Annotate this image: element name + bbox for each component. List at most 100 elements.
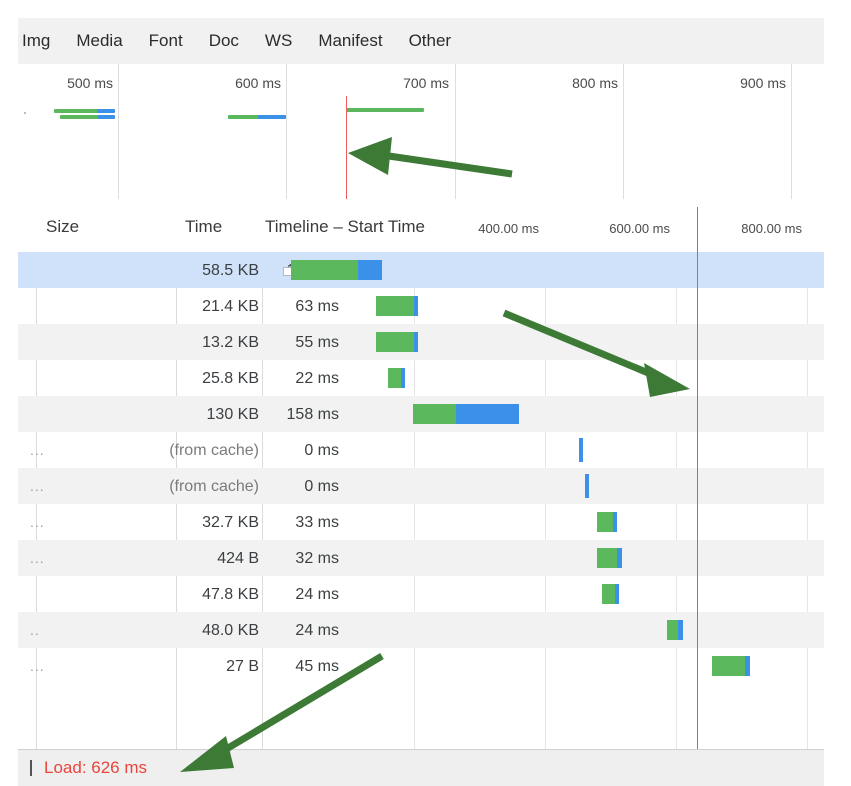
waterfall-bar-waiting [413, 404, 456, 424]
summary-icon [30, 760, 32, 776]
waterfall-bar[interactable] [667, 620, 683, 640]
overview-gridline [791, 64, 792, 199]
waterfall-bar-waiting [667, 620, 678, 640]
load-time-label: Load: 626 ms [44, 758, 148, 777]
waterfall-bar-waiting [376, 332, 414, 352]
filter-tab-media[interactable]: Media [76, 31, 122, 51]
cell-size: 48.0 KB [202, 622, 259, 639]
waterfall-bar-download [414, 332, 418, 352]
waterfall-bar[interactable] [597, 512, 617, 532]
overview-request-bar [346, 108, 424, 112]
waterfall-bar-download [745, 656, 750, 676]
cell-size: 25.8 KB [202, 370, 259, 387]
cell-size: (from cache) [169, 442, 259, 459]
cell-size: 27 B [226, 658, 259, 675]
cell-time: 24 ms [295, 622, 339, 639]
waterfall-bar-waiting [602, 584, 615, 604]
waterfall-bar-download [358, 260, 382, 280]
table-row[interactable]: ... (from cache) 0 ms [18, 432, 824, 468]
status-bar: Load: 626 ms [18, 749, 824, 786]
waterfall-bar-download [617, 548, 622, 568]
overview-gridline [455, 64, 456, 199]
table-row[interactable]: .. 48.0 KB 24 ms [18, 612, 824, 648]
row-overflow-indicator: ... [30, 514, 45, 530]
overview-request-bar [98, 115, 115, 119]
waterfall-bar[interactable] [376, 332, 418, 352]
filter-tab-other[interactable]: Other [409, 31, 452, 51]
waterfall-bar[interactable] [579, 438, 583, 462]
overview-tick-label: 800 ms [572, 75, 618, 91]
overview-tick-label: 900 ms [740, 75, 786, 91]
overview-gridline [623, 64, 624, 199]
cell-size: 13.2 KB [202, 334, 259, 351]
table-row[interactable]: 21.4 KB 63 ms [18, 288, 824, 324]
filter-tab-img[interactable]: Img [22, 31, 50, 51]
waterfall-bar[interactable] [388, 368, 405, 388]
waterfall-bar[interactable] [597, 548, 622, 568]
waterfall-bar[interactable] [712, 656, 750, 676]
table-row[interactable]: 130 KB 158 ms [18, 396, 824, 432]
cell-time: 0 ms [304, 478, 339, 495]
filter-tab-manifest[interactable]: Manifest [318, 31, 382, 51]
cell-size: 424 B [217, 550, 259, 567]
row-overflow-indicator: ... [30, 550, 45, 566]
waterfall-bar-download [613, 512, 617, 532]
waterfall-bar-download [414, 296, 418, 316]
overview-tick-label: 700 ms [403, 75, 449, 91]
table-row[interactable]: 13.2 KB 55 ms [18, 324, 824, 360]
cell-time: 24 ms [295, 586, 339, 603]
table-header-row: Size Time Timeline – Start Time 400.00 m… [18, 199, 824, 253]
filter-tab-font[interactable]: Font [149, 31, 183, 51]
cell-time: 22 ms [295, 370, 339, 387]
waterfall-bar[interactable] [602, 584, 619, 604]
table-row[interactable]: 47.8 KB 24 ms [18, 576, 824, 612]
column-header-size[interactable]: Size [46, 217, 79, 237]
row-overflow-indicator: ... [30, 442, 45, 458]
table-row[interactable]: ... 424 B 32 ms [18, 540, 824, 576]
waterfall-bar-download [456, 404, 519, 424]
overview-tick-label: 500 ms [67, 75, 113, 91]
waterfall-bar-download [678, 620, 683, 640]
filter-tab-ws[interactable]: WS [265, 31, 292, 51]
cell-time: 45 ms [295, 658, 339, 675]
waterfall-bar-download [401, 368, 405, 388]
table-row[interactable]: ... 27 B 45 ms [18, 648, 824, 684]
network-overview-pane[interactable]: 500 ms 600 ms 700 ms 800 ms 900 ms [18, 64, 824, 200]
cell-time: 33 ms [295, 514, 339, 531]
waterfall-bar-waiting [712, 656, 745, 676]
column-header-time[interactable]: Time [185, 217, 222, 237]
table-row[interactable]: ... (from cache) 0 ms [18, 468, 824, 504]
network-request-table[interactable]: Size Time Timeline – Start Time 400.00 m… [18, 199, 824, 750]
overview-gridline [286, 64, 287, 199]
waterfall-bar[interactable] [291, 260, 382, 280]
filter-type-tab-bar[interactable]: Img Media Font Doc WS Manifest Other [18, 18, 824, 65]
waterfall-bar-waiting [597, 512, 613, 532]
overview-tick-label: 600 ms [235, 75, 281, 91]
timeline-tick-label: 600.00 ms [609, 221, 670, 236]
table-row[interactable]: 25.8 KB 22 ms [18, 360, 824, 396]
waterfall-bar-download [615, 584, 619, 604]
table-row[interactable]: 58.5 KB 131 ms [18, 252, 824, 288]
column-header-timeline[interactable]: Timeline – Start Time [265, 217, 425, 237]
waterfall-bar-download [585, 474, 589, 498]
waterfall-bar[interactable] [413, 404, 519, 424]
waterfall-bar[interactable] [585, 474, 589, 498]
overview-request-bar [228, 115, 260, 119]
waterfall-bar-download [579, 438, 583, 462]
row-overflow-indicator: .. [30, 622, 40, 638]
overview-request-bar [97, 109, 115, 113]
overview-request-bar [258, 115, 286, 119]
cell-time: 0 ms [304, 442, 339, 459]
cell-time: 32 ms [295, 550, 339, 567]
waterfall-bar-waiting [376, 296, 414, 316]
table-row[interactable]: ... 32.7 KB 33 ms [18, 504, 824, 540]
waterfall-bar-waiting [597, 548, 617, 568]
row-overflow-indicator: ... [30, 478, 45, 494]
cell-time: 55 ms [295, 334, 339, 351]
waterfall-bar-waiting [291, 260, 358, 280]
waterfall-bar[interactable] [376, 296, 418, 316]
cell-time: 63 ms [295, 298, 339, 315]
filter-tab-doc[interactable]: Doc [209, 31, 239, 51]
cell-size: 21.4 KB [202, 298, 259, 315]
timeline-tick-label: 800.00 ms [741, 221, 802, 236]
